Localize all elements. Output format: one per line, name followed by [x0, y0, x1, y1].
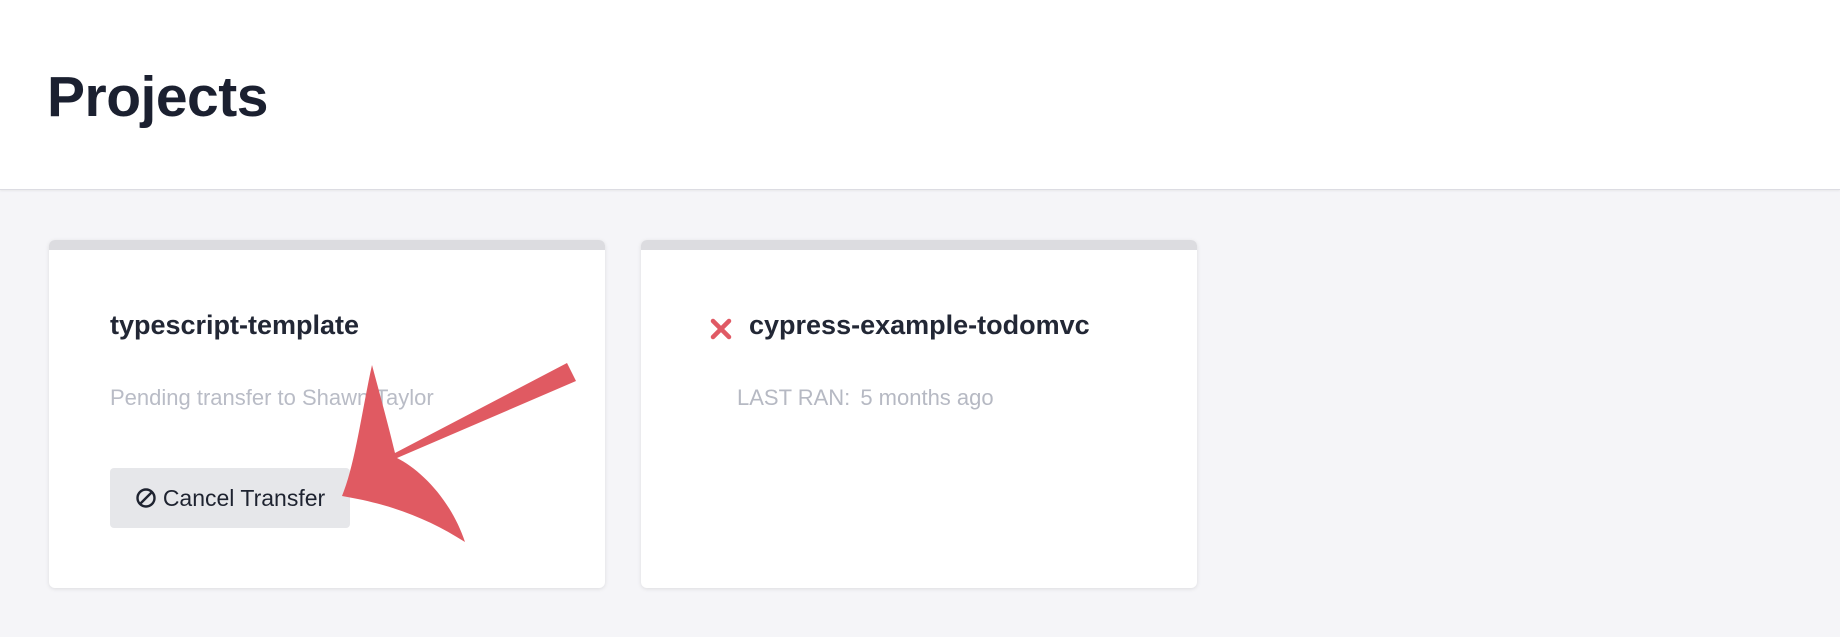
project-name[interactable]: typescript-template — [110, 310, 359, 341]
last-ran-value: 5 months ago — [860, 385, 994, 410]
page-title: Projects — [47, 65, 268, 129]
failed-x-icon — [710, 318, 732, 340]
cancel-transfer-button[interactable]: Cancel Transfer — [110, 468, 350, 528]
last-ran-info: LAST RAN: 5 months ago — [737, 385, 994, 411]
cancel-circle-icon — [135, 487, 157, 509]
project-card-typescript-template[interactable]: typescript-template Pending transfer to … — [49, 240, 605, 588]
cancel-transfer-label: Cancel Transfer — [162, 484, 326, 511]
pending-transfer-text: Pending transfer to Shawn Taylor — [110, 385, 434, 410]
card-top-bar — [641, 240, 1197, 250]
last-ran-label: LAST RAN: — [737, 385, 851, 410]
page-header: Projects — [0, 0, 1840, 190]
project-card-cypress-example-todomvc[interactable]: cypress-example-todomvc LAST RAN: 5 month… — [641, 240, 1197, 588]
project-name[interactable]: cypress-example-todomvc — [749, 310, 1090, 341]
card-top-bar — [49, 240, 605, 250]
